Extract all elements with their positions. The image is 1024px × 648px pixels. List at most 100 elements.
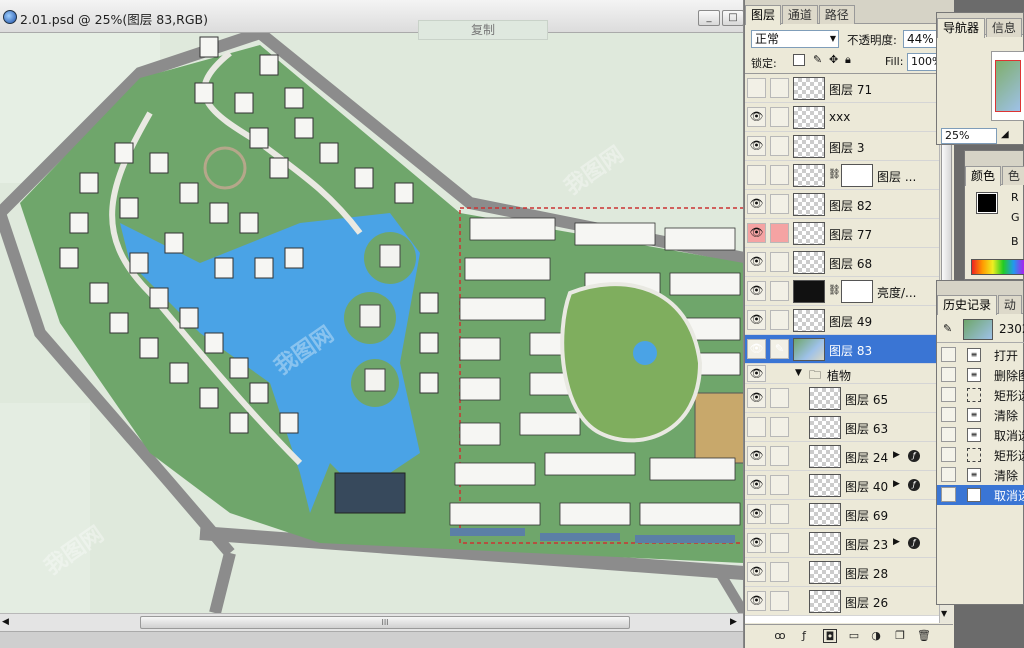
visibility-toggle[interactable]: 👁︎	[747, 365, 766, 382]
link-toggle[interactable]: ✎	[770, 339, 789, 359]
tab-actions[interactable]: 动	[997, 295, 1022, 314]
layer-row[interactable]: 👁︎ ✎ 图层 83	[745, 335, 939, 364]
layer-row[interactable]: 👁︎ 图层 3	[745, 132, 939, 161]
link-toggle[interactable]	[770, 475, 789, 495]
new-group-icon[interactable]: ▭	[847, 629, 861, 643]
scroll-down-arrow-icon[interactable]: ▼	[941, 609, 947, 618]
tab-info[interactable]: 信息	[985, 18, 1022, 37]
history-list[interactable]: ≡打开≡删除图矩形选≡清除≡取消选矩形选≡清除≡取消选	[937, 345, 1024, 535]
visibility-toggle[interactable]	[747, 165, 766, 185]
link-toggle[interactable]	[770, 504, 789, 524]
link-toggle[interactable]	[770, 78, 789, 98]
visibility-toggle[interactable]: 👁︎	[747, 533, 766, 553]
adjustment-layer-icon[interactable]: ◑	[869, 629, 883, 643]
navigator-zoom-input[interactable]: 25%	[941, 128, 997, 144]
scroll-right-arrow-icon[interactable]: ▶	[730, 617, 737, 627]
lock-move-icon[interactable]: ✥	[829, 53, 838, 66]
layer-row[interactable]: 👁︎ 图层 28	[745, 558, 939, 587]
link-toggle[interactable]	[770, 310, 789, 330]
canvas-artwork[interactable]: 我图网 我图网 我图网	[0, 33, 743, 613]
link-toggle[interactable]	[770, 388, 789, 408]
minimize-button[interactable]: _	[698, 10, 720, 26]
layer-row[interactable]: 👁︎ 图层 65	[745, 384, 939, 413]
visibility-toggle[interactable]: 👁︎	[747, 223, 766, 243]
layer-row[interactable]: 👁︎ 图层 40 ▶ ƒ	[745, 471, 939, 500]
link-toggle[interactable]	[770, 107, 789, 127]
visibility-toggle[interactable]: 👁︎	[747, 475, 766, 495]
layers-list[interactable]: 图层 71 👁︎ xxx 👁︎ 图层 3 ⛓ 图层 ... 👁︎ 图层 82 👁︎ 图层 77 👁︎ 图…	[745, 73, 939, 623]
layer-row[interactable]: 👁︎ xxx	[745, 103, 939, 132]
tab-history[interactable]: 历史记录	[937, 295, 998, 315]
tab-navigator[interactable]: 导航器	[937, 18, 986, 38]
link-toggle[interactable]	[770, 417, 789, 437]
navigator-preview[interactable]	[991, 51, 1024, 121]
link-layers-icon[interactable]: ꝏ	[773, 629, 787, 643]
layer-row[interactable]: 👁︎ ⛓ 亮度/...	[745, 277, 939, 306]
tab-color[interactable]: 颜色	[965, 166, 1002, 186]
layer-row[interactable]: 图层 63	[745, 413, 939, 442]
visibility-toggle[interactable]: 👁︎	[747, 194, 766, 214]
link-toggle[interactable]	[770, 446, 789, 466]
layer-group-row[interactable]: 👁︎ ▼ 🗀 植物	[745, 364, 939, 384]
delete-layer-icon[interactable]: 🗑︎	[917, 629, 931, 643]
link-toggle[interactable]	[770, 281, 789, 301]
layer-row[interactable]: 👁︎ 图层 23 ▶ ƒ	[745, 529, 939, 558]
blend-mode-select[interactable]: 正常 ▼	[751, 30, 839, 48]
tab-paths[interactable]: 路径	[818, 5, 855, 24]
history-checkbox[interactable]	[941, 367, 956, 382]
lock-brush-icon[interactable]: ✎	[813, 53, 822, 66]
history-item[interactable]: ≡ 删除图	[937, 365, 1024, 385]
document-titlebar[interactable]: 2.01.psd @ 25%(图层 83,RGB) _ □	[0, 0, 743, 33]
history-checkbox[interactable]	[941, 427, 956, 442]
group-expand-arrow-icon[interactable]: ▼	[795, 368, 802, 378]
history-checkbox[interactable]	[941, 487, 956, 502]
history-item[interactable]: ≡ 清除	[937, 465, 1024, 485]
lock-all-icon[interactable]: 🔒︎	[845, 53, 851, 67]
layer-row[interactable]: ⛓ 图层 ...	[745, 161, 939, 190]
link-toggle[interactable]	[770, 223, 789, 243]
layer-row[interactable]: 👁︎ 图层 26	[745, 587, 939, 616]
lock-transparency-icon[interactable]	[793, 54, 805, 66]
visibility-toggle[interactable]	[747, 417, 766, 437]
link-toggle[interactable]	[770, 136, 789, 156]
link-toggle[interactable]	[770, 194, 789, 214]
opacity-input[interactable]: 44%	[903, 30, 937, 48]
visibility-toggle[interactable]: 👁︎	[747, 446, 766, 466]
add-mask-icon[interactable]: ◘	[823, 629, 837, 643]
history-item[interactable]: 矩形选	[937, 385, 1024, 405]
visibility-toggle[interactable]: 👁︎	[747, 388, 766, 408]
history-item[interactable]: 矩形选	[937, 445, 1024, 465]
history-item[interactable]: ≡ 取消选	[937, 485, 1024, 505]
history-checkbox[interactable]	[941, 467, 956, 482]
color-spectrum-bar[interactable]	[971, 259, 1024, 275]
scrollbar-thumb[interactable]	[941, 133, 952, 283]
scrollbar-thumb[interactable]: III	[140, 616, 630, 629]
visibility-toggle[interactable]: 👁︎	[747, 281, 766, 301]
history-checkbox[interactable]	[941, 447, 956, 462]
history-checkbox[interactable]	[941, 347, 956, 362]
horizontal-scrollbar[interactable]: ◀ III ▶	[0, 613, 743, 631]
layer-row[interactable]: 👁︎ 图层 24 ▶ ƒ	[745, 442, 939, 471]
layer-row[interactable]: 👁︎ 图层 82	[745, 190, 939, 219]
restore-button[interactable]: □	[722, 10, 743, 26]
history-checkbox[interactable]	[941, 407, 956, 422]
history-item[interactable]: ≡ 清除	[937, 405, 1024, 425]
zoom-out-icon[interactable]: ◢	[1001, 129, 1009, 140]
expand-effects-arrow-icon[interactable]: ▶	[893, 479, 900, 489]
history-checkbox[interactable]	[941, 387, 956, 402]
visibility-toggle[interactable]: 👁︎	[747, 310, 766, 330]
expand-effects-arrow-icon[interactable]: ▶	[893, 537, 900, 547]
visibility-toggle[interactable]	[747, 78, 766, 98]
layer-row[interactable]: 👁︎ 图层 68	[745, 248, 939, 277]
visibility-toggle[interactable]: 👁︎	[747, 562, 766, 582]
layer-style-icon[interactable]: ƒ	[797, 629, 811, 643]
foreground-color-swatch[interactable]	[976, 192, 998, 214]
scroll-left-arrow-icon[interactable]: ◀	[2, 617, 9, 627]
visibility-toggle[interactable]: 👁︎	[747, 136, 766, 156]
tab-channels[interactable]: 通道	[781, 5, 818, 24]
history-item[interactable]: ≡ 取消选	[937, 425, 1024, 445]
history-item[interactable]: ≡ 打开	[937, 345, 1024, 365]
expand-effects-arrow-icon[interactable]: ▶	[893, 450, 900, 460]
link-toggle[interactable]	[770, 562, 789, 582]
navigator-view-box[interactable]	[995, 60, 1021, 112]
